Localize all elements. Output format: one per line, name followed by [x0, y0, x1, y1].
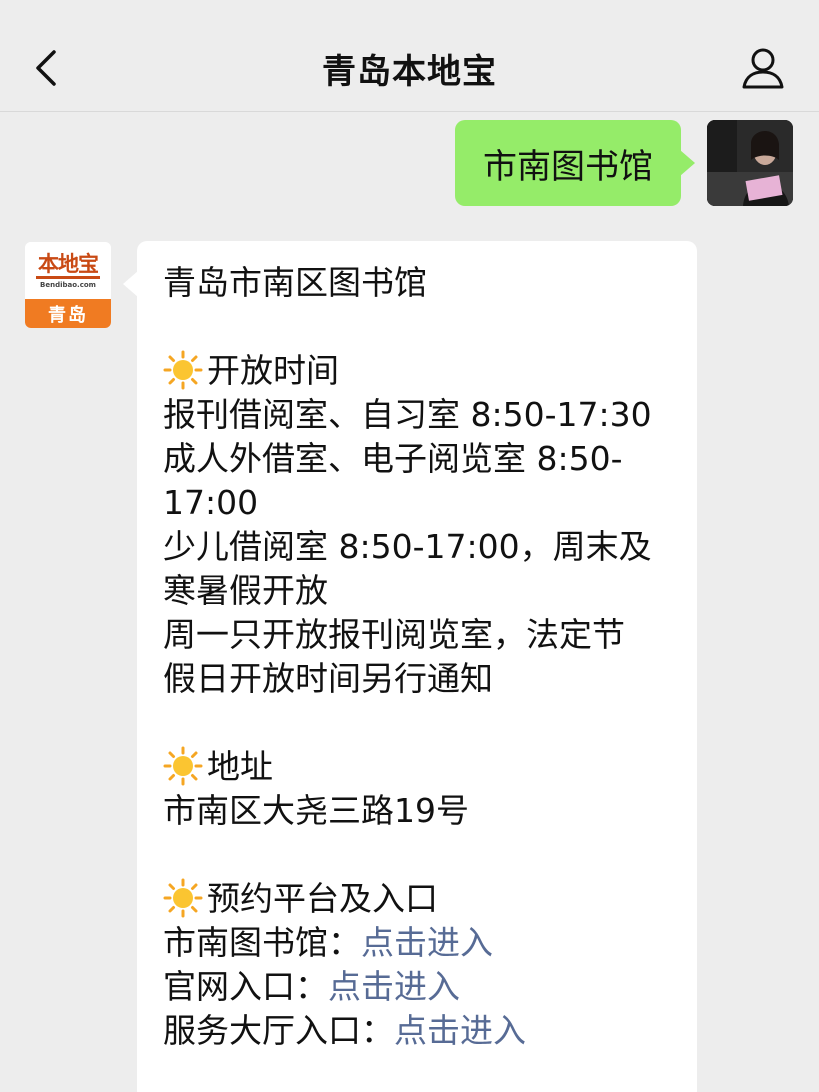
sender-avatar[interactable]: 本地宝 Bendibao.com 青岛 [25, 242, 111, 328]
logo-city-text: 青岛 [25, 299, 111, 328]
booking-row: 官网入口：点击进入 [163, 965, 697, 1009]
hours-line: 假日开放时间另行通知 [163, 659, 493, 698]
outgoing-message-row: 市南图书馆 [455, 120, 793, 206]
hours-line: 寒暑假开放 [163, 571, 328, 610]
nav-bar: 青岛本地宝 [0, 0, 819, 112]
hours-line: 17:00 [163, 483, 259, 522]
address-text: 市南区大尧三路19号 [163, 791, 469, 830]
incoming-message-bubble[interactable]: 青岛市南区图书馆 开放时间 报刊借阅室、自习室 8:50-17:30 成人外借室… [123, 241, 697, 1092]
booking-link[interactable]: 点击进入 [394, 1011, 526, 1050]
person-icon [742, 48, 784, 89]
booking-heading: 预约平台及入口 [207, 879, 438, 918]
address-heading: 地址 [207, 747, 273, 786]
booking-link[interactable]: 点击进入 [361, 923, 493, 962]
logo-url-text: Bendibao.com [40, 281, 96, 289]
booking-label: 服务大厅入口： [163, 1011, 394, 1050]
profile-button[interactable] [737, 40, 789, 96]
address-heading-line: 地址 [163, 745, 697, 789]
booking-row: 服务大厅入口：点击进入 [163, 1009, 697, 1053]
message-title: 青岛市南区图书馆 [163, 263, 427, 302]
hours-line: 周一只开放报刊阅览室，法定节 [163, 615, 625, 654]
sun-icon [163, 878, 203, 918]
booking-row: 市南图书馆：点击进入 [163, 921, 697, 965]
sun-icon [163, 746, 203, 786]
outgoing-message-text: 市南图书馆 [483, 146, 653, 187]
hours-line: 报刊借阅室、自习室 8:50-17:30 [163, 395, 652, 434]
chat-title: 青岛本地宝 [322, 52, 497, 92]
self-avatar-photo [707, 120, 793, 206]
booking-heading-line: 预约平台及入口 [163, 877, 697, 921]
hours-line: 成人外借室、电子阅览室 8:50- [163, 439, 623, 478]
hours-heading-line: 开放时间 [163, 349, 697, 393]
logo-brand-text: 本地宝 [36, 252, 100, 279]
booking-label: 官网入口： [163, 967, 328, 1006]
hours-heading: 开放时间 [207, 351, 339, 390]
outgoing-message-bubble[interactable]: 市南图书馆 [455, 120, 695, 206]
sender-logo: 本地宝 Bendibao.com [25, 242, 111, 299]
hours-line: 少儿借阅室 8:50-17:00，周末及 [163, 527, 652, 566]
sun-icon [163, 350, 203, 390]
booking-link[interactable]: 点击进入 [328, 967, 460, 1006]
self-avatar[interactable] [707, 120, 793, 206]
booking-label: 市南图书馆： [163, 923, 361, 962]
